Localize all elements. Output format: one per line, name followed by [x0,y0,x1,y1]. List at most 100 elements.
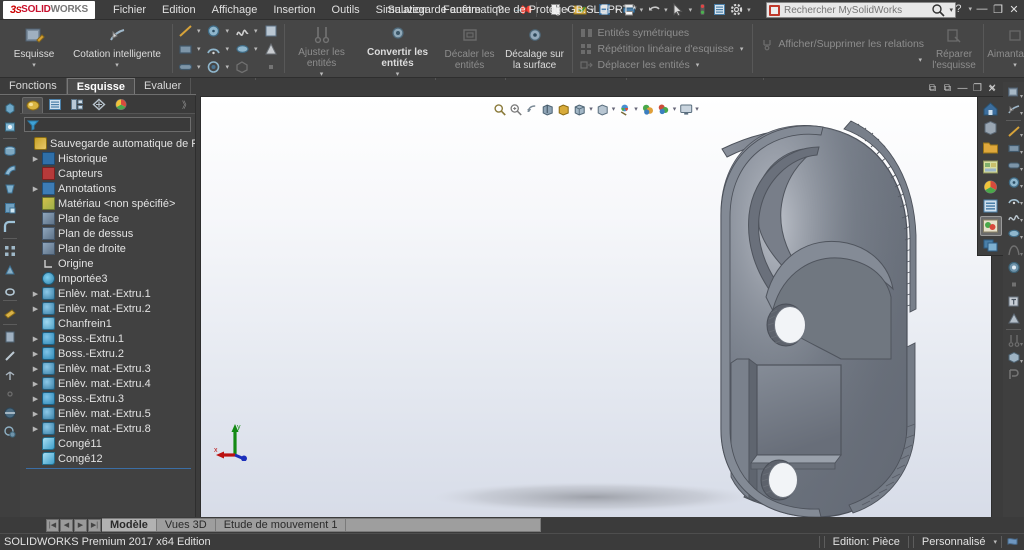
feature-tree-filter-input[interactable] [39,119,190,130]
reference-geometry-icon[interactable] [1,303,19,322]
tree-node[interactable]: Importée3 [20,271,195,286]
polygon-tool-icon[interactable] [1004,259,1023,276]
point-icon[interactable] [261,58,281,75]
circle-icon[interactable] [204,22,224,39]
new-document-caret[interactable]: ▾ [566,6,570,14]
tree-node[interactable]: Plan de face [20,211,195,226]
extruded-cut-tool-icon[interactable] [1,117,19,136]
gear-caret[interactable]: ▾ [747,6,751,14]
tree-node[interactable]: Origine [20,256,195,271]
trim-tool-icon[interactable]: ▾ [1004,332,1023,349]
boundary-tool-icon[interactable] [1,198,19,217]
print-icon[interactable] [621,1,638,18]
search-box[interactable]: ▾ [766,2,956,18]
previous-view-icon[interactable] [524,102,539,116]
rebuild-icon[interactable] [694,1,711,18]
search-icon[interactable] [931,3,946,17]
nav-last-button[interactable]: ▶| [88,518,101,532]
solidworks-forum-icon[interactable] [979,216,1002,236]
text-tool-icon[interactable] [1004,293,1023,310]
viewport-layout-caret[interactable]: ▾ [695,105,699,113]
help-caret[interactable]: ▾ [968,5,972,13]
linear-pattern-caret[interactable]: ▾ [740,45,744,53]
tree-node[interactable]: ▶ Enlèv. mat.-Extru.2 [20,301,195,316]
ellipse-caret[interactable]: ▾ [254,45,258,53]
property-manager-tab[interactable] [44,97,65,113]
feature-tree-filter[interactable] [24,117,191,132]
tabstrip-overflow-icon[interactable]: 》 [182,98,195,111]
view-palette-icon[interactable] [980,158,1002,178]
parabola-icon[interactable] [261,40,281,57]
tree-node[interactable]: Plan de droite [20,241,195,256]
section-view-icon[interactable] [540,102,555,116]
view-settings-caret[interactable]: ▾ [673,105,677,113]
sketch-tool-icon[interactable]: ▾ [1004,84,1023,101]
convert-entities-button[interactable]: Convertir les entités ▾ [357,22,439,78]
print-caret[interactable]: ▾ [640,6,644,14]
tree-node[interactable]: Matériau <non spécifié> [20,196,195,211]
select-caret[interactable]: ▾ [689,6,693,14]
linear-pattern-tool-icon[interactable] [1,241,19,260]
tree-node[interactable]: Congé11 [20,436,195,451]
parabola-tool-caret[interactable]: ▾ [1020,251,1023,258]
pin-icon[interactable]: 📌 [514,0,534,20]
move-entities-caret[interactable]: ▾ [696,61,700,69]
tree-node[interactable]: ▶ Enlèv. mat.-Extru.4 [20,376,195,391]
select-cursor-icon[interactable] [670,1,687,18]
render-tools-icon[interactable] [980,236,1002,256]
spline-caret[interactable]: ▾ [254,27,258,35]
ellipse-icon[interactable] [232,40,252,57]
tree-expand-toggle[interactable]: ▶ [30,335,41,343]
sketch-tool-caret[interactable]: ▾ [1020,93,1023,100]
menu-edition[interactable]: Edition [154,2,204,18]
circle-tool-icon[interactable]: ▾ [1004,174,1023,191]
tree-expand-toggle[interactable]: ▶ [30,305,41,313]
tree-expand-toggle[interactable]: ▶ [30,185,41,193]
rectangle-icon[interactable] [175,40,195,57]
doc-tab-modele[interactable]: Modèle [102,518,157,532]
tree-node[interactable]: ▶ Enlèv. mat.-Extru.5 [20,406,195,421]
tree-node[interactable]: ▶ Enlèv. mat.-Extru.3 [20,361,195,376]
tree-expand-toggle[interactable]: ▶ [30,395,41,403]
tree-node[interactable]: ▶ Enlèv. mat.-Extru.8 [20,421,195,436]
sweep-tool-icon[interactable] [1,160,19,179]
trim-entities-caret[interactable]: ▾ [320,70,324,78]
slot-caret[interactable]: ▾ [197,63,201,71]
apply-scene-icon[interactable] [640,102,655,116]
hide-show-items-icon[interactable] [595,102,610,116]
menu-simulation[interactable]: Simulation [368,2,435,18]
solidworks-resources-icon[interactable] [980,99,1002,119]
axis-ref-icon[interactable] [1,346,19,365]
help-button[interactable]: ? [950,1,966,17]
restore-button[interactable]: ❐ [990,1,1006,17]
smart-dimension-caret[interactable]: ▾ [115,61,119,69]
tree-node[interactable]: Plan de dessus [20,226,195,241]
extrude-tool-caret[interactable]: ▾ [1020,358,1023,365]
menu-outils[interactable]: Outils [324,2,368,18]
tree-root-node[interactable]: Sauvegarde automatique de ProtegeGB [20,136,195,151]
arc-tool-icon[interactable]: ▾ [1004,191,1023,208]
tab-evaluer[interactable]: Evaluer [135,78,192,94]
search-input[interactable] [780,4,932,16]
design-library-icon[interactable] [980,119,1002,139]
plane-ref-icon[interactable] [1,327,19,346]
save-icon[interactable] [596,1,613,18]
arc-tool-caret[interactable]: ▾ [1020,200,1023,207]
tree-node[interactable]: ▶ Historique [20,151,195,166]
hide-show-caret[interactable]: ▾ [612,105,616,113]
linear-pattern-row[interactable]: Répétition linéaire d'esquisse ▾ [579,41,746,57]
tree-node[interactable]: Chanfrein1 [20,316,195,331]
extrude-tool-icon[interactable]: ▾ [1004,349,1023,366]
slot-tool-icon[interactable]: ▾ [1004,157,1023,174]
tree-expand-toggle[interactable]: ▶ [30,380,41,388]
polygon-icon[interactable] [232,58,252,75]
zoom-to-area-icon[interactable] [508,102,523,116]
gear-icon[interactable] [728,1,745,18]
display-style-caret[interactable]: ▾ [589,105,593,113]
appearances-scenes-icon[interactable] [980,177,1002,197]
trim-entities-button[interactable]: Ajuster les entités ▾ [287,22,357,78]
menu-affichage[interactable]: Affichage [204,2,266,18]
circle-caret[interactable]: ▾ [226,27,230,35]
appearance-caret[interactable]: ▾ [634,105,638,113]
circle-tool-caret[interactable]: ▾ [1020,183,1023,190]
